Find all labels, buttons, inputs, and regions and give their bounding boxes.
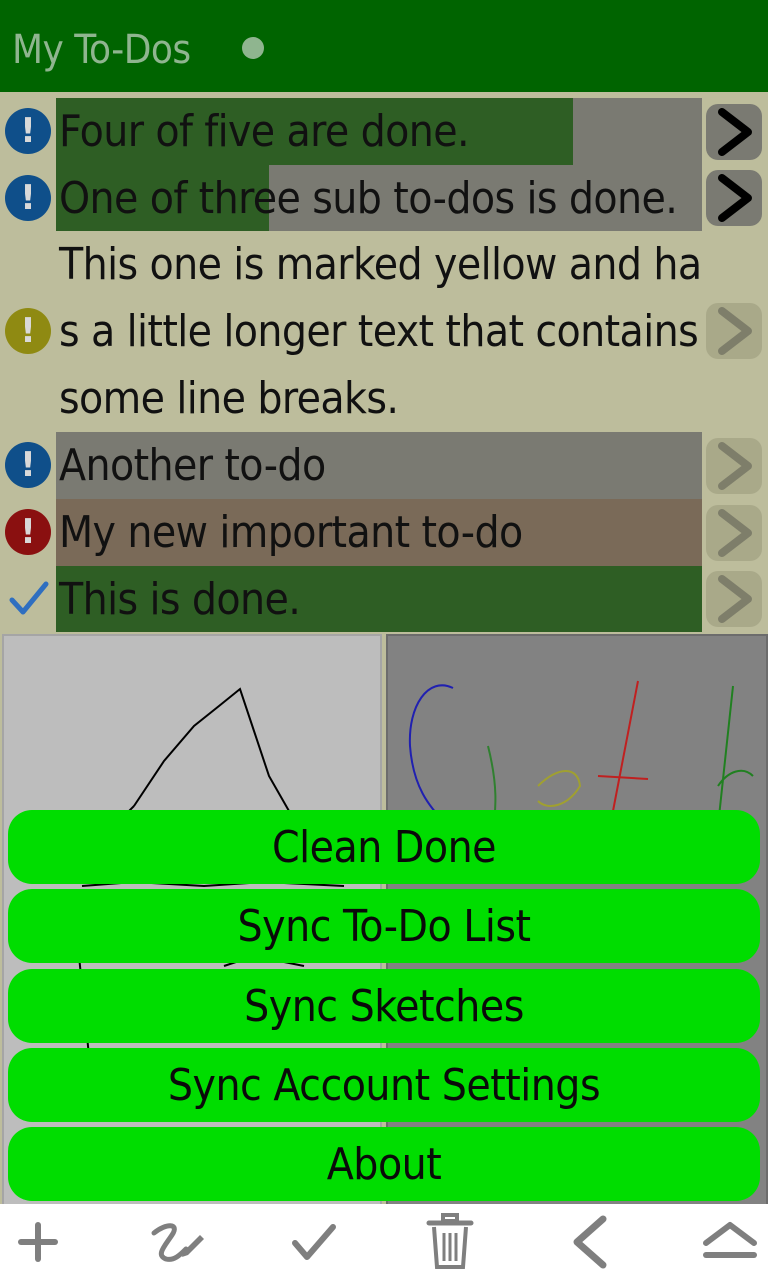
open-subtodos-button[interactable]	[706, 505, 762, 561]
open-subtodos-button[interactable]	[706, 303, 762, 359]
chevron-right-icon	[718, 307, 752, 355]
chevron-right-icon	[718, 174, 752, 222]
sync-account-settings-button[interactable]: Sync Account Settings	[8, 1048, 760, 1122]
done-check-icon[interactable]	[6, 576, 52, 622]
open-subtodos-button[interactable]	[706, 170, 762, 226]
page-title: My To-Dos	[12, 27, 191, 73]
todo-text: Four of five are done.	[59, 106, 470, 157]
trash-icon[interactable]	[412, 1204, 488, 1280]
chevron-right-icon	[718, 108, 752, 156]
sketch-pen-icon[interactable]	[138, 1204, 214, 1280]
todo-text: This is done.	[59, 574, 301, 625]
todo-text: Another to-do	[59, 440, 326, 491]
chevron-right-icon	[718, 509, 752, 557]
eject-icon[interactable]	[692, 1204, 768, 1280]
app-header: My To-Dos	[0, 0, 768, 92]
todo-row[interactable]: ! Another to-do	[0, 432, 768, 499]
todo-row[interactable]: ! One of three sub to-dos is done.	[0, 165, 768, 231]
todo-row[interactable]: ! Four of five are done.	[0, 98, 768, 165]
todo-row[interactable]: ! This one is marked yellow and has a li…	[0, 231, 768, 432]
sync-todo-list-button[interactable]: Sync To-Do List	[8, 889, 760, 963]
info-priority-icon[interactable]: !	[5, 442, 51, 488]
clean-done-button[interactable]: Clean Done	[8, 810, 760, 884]
info-priority-icon[interactable]: !	[5, 175, 51, 221]
todo-text: This one is marked yellow and has a litt…	[59, 239, 702, 424]
important-priority-icon[interactable]: !	[5, 509, 51, 555]
todo-text: One of three sub to-dos is done.	[59, 173, 678, 224]
back-icon[interactable]	[552, 1204, 628, 1280]
chevron-right-icon	[718, 575, 752, 623]
about-button[interactable]: About	[8, 1127, 760, 1201]
add-icon[interactable]	[0, 1204, 76, 1280]
warning-priority-icon[interactable]: !	[5, 308, 51, 354]
todo-row[interactable]: This is done.	[0, 566, 768, 632]
bottom-toolbar	[0, 1204, 768, 1280]
open-subtodos-button[interactable]	[706, 104, 762, 160]
status-dot	[242, 37, 264, 59]
info-priority-icon[interactable]: !	[5, 108, 51, 154]
todo-text: My new important to-do	[59, 507, 523, 558]
todo-list: ! Four of five are done. ! One of three …	[0, 94, 768, 632]
open-subtodos-button[interactable]	[706, 571, 762, 627]
todo-row[interactable]: ! My new important to-do	[0, 499, 768, 566]
chevron-right-icon	[718, 442, 752, 490]
sync-sketches-button[interactable]: Sync Sketches	[8, 969, 760, 1043]
open-subtodos-button[interactable]	[706, 438, 762, 494]
check-icon[interactable]	[276, 1204, 352, 1280]
